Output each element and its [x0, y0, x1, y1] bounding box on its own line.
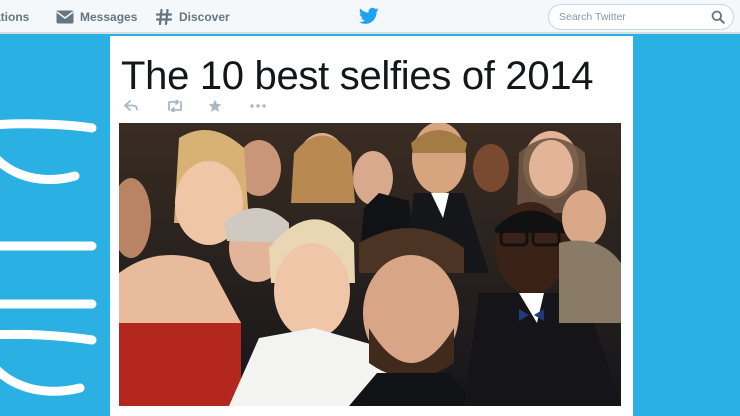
- nav-discover-label: Discover: [179, 10, 230, 24]
- group-selfie-image: [119, 123, 621, 406]
- nav-notifications-label: ations: [0, 10, 30, 24]
- retweet-icon[interactable]: [166, 98, 208, 114]
- tweet-actions: [124, 98, 292, 114]
- reply-icon[interactable]: [124, 98, 166, 114]
- envelope-icon: [56, 8, 74, 26]
- nav-messages-label: Messages: [80, 10, 138, 24]
- twitter-bird-icon[interactable]: [359, 7, 379, 25]
- nav-discover[interactable]: Discover: [155, 0, 230, 34]
- search-input[interactable]: [549, 5, 735, 29]
- tweet-headline: The 10 best selfies of 2014: [121, 54, 594, 98]
- hashtag-icon: [155, 8, 173, 26]
- search-icon[interactable]: [711, 10, 725, 24]
- nav-messages[interactable]: Messages: [56, 0, 137, 34]
- nav-notifications[interactable]: ations: [0, 0, 29, 34]
- top-nav-bar: ations Messages Discover: [0, 0, 740, 34]
- ellen-logo-mark: [0, 119, 97, 396]
- tweet-card: The 10 best selfies of 2014: [110, 36, 633, 416]
- right-brand-panel: [633, 36, 740, 416]
- more-icon[interactable]: [250, 98, 292, 114]
- star-icon[interactable]: [208, 98, 250, 114]
- left-brand-panel: [0, 36, 110, 416]
- search-box: [548, 4, 735, 30]
- tweet-photo[interactable]: [119, 123, 621, 406]
